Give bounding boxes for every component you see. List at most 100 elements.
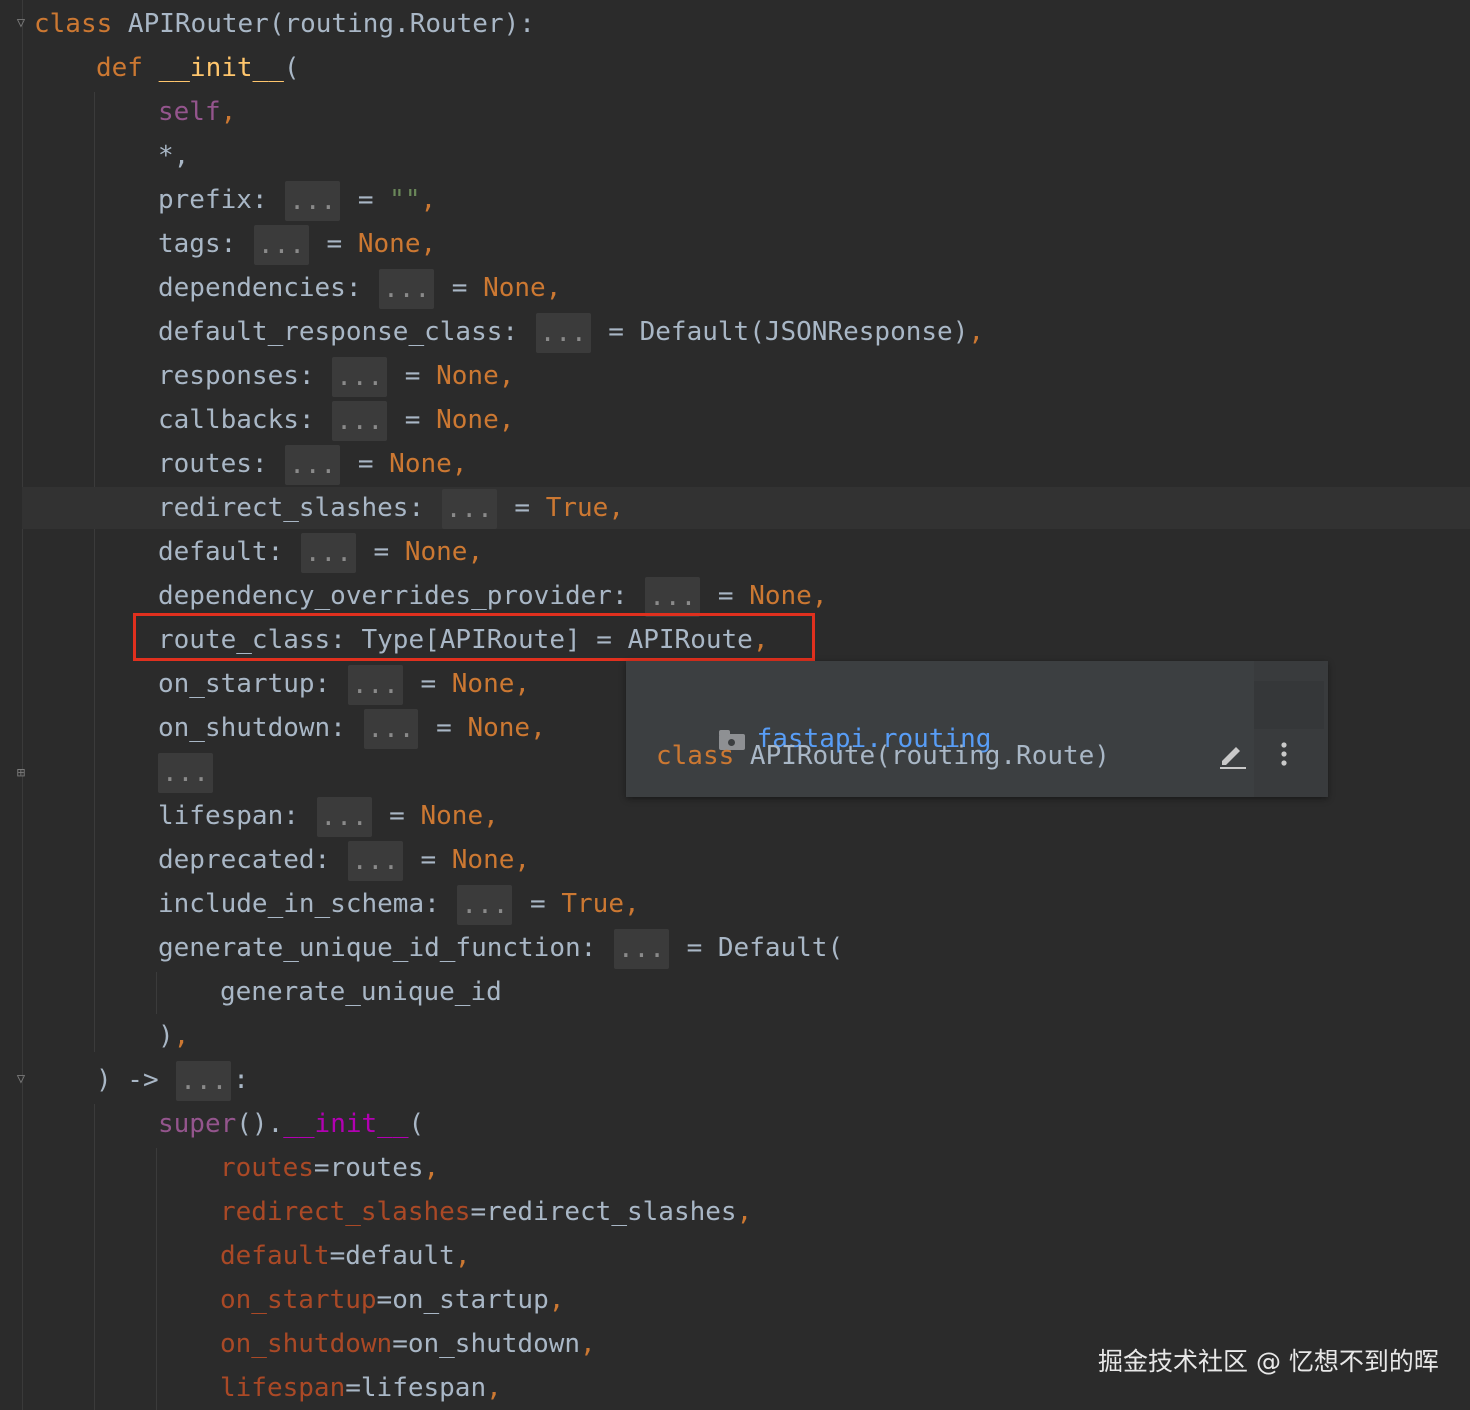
keyword-class: class bbox=[656, 741, 735, 771]
kwarg-value: on_shutdown bbox=[407, 1329, 581, 1359]
assign: = bbox=[376, 1285, 393, 1315]
type-hint-placeholder[interactable]: ... bbox=[285, 180, 341, 221]
code-line-prefix: prefix: ... = "", bbox=[158, 178, 436, 222]
kwarg-name: routes bbox=[220, 1153, 314, 1183]
code-line-kwarg-on-startup: on_startup=on_startup, bbox=[220, 1278, 564, 1322]
function-name-init: __init__ bbox=[158, 53, 284, 83]
comma: , bbox=[173, 1021, 190, 1051]
type-hint-placeholder[interactable]: ... bbox=[379, 268, 435, 309]
code-line-tags: tags: ... = None, bbox=[158, 222, 436, 266]
open-paren: ( bbox=[408, 1109, 425, 1139]
equals: = bbox=[357, 537, 405, 567]
param-generate-unique-id-function: generate_unique_id_function: bbox=[158, 933, 612, 963]
code-line-default-response-class: default_response_class: ... = Default(JS… bbox=[158, 310, 984, 354]
param-prefix: prefix: bbox=[158, 185, 284, 215]
type-hint-placeholder[interactable]: ... bbox=[347, 840, 403, 881]
type-hint-placeholder[interactable]: ... bbox=[363, 708, 419, 749]
comma: , bbox=[514, 845, 531, 875]
popup-toolbar-top bbox=[1254, 681, 1324, 729]
type-hint-placeholder[interactable]: ... bbox=[332, 356, 388, 397]
equals: = bbox=[404, 845, 452, 875]
code-line-self: self, bbox=[158, 90, 236, 134]
more-vertical-icon[interactable] bbox=[1274, 739, 1294, 771]
annotation-highlight-box bbox=[133, 613, 815, 661]
equals: = bbox=[702, 581, 750, 611]
type-hint-placeholder[interactable]: ... bbox=[441, 488, 497, 529]
param-lifespan: lifespan: bbox=[158, 801, 315, 831]
comma: , bbox=[514, 669, 531, 699]
type-hint-placeholder[interactable]: ... bbox=[457, 884, 513, 925]
open-paren: ( bbox=[283, 53, 300, 83]
kwarg-value: routes bbox=[329, 1153, 424, 1183]
type-hint-placeholder[interactable]: ... bbox=[645, 576, 701, 617]
param-redirect-slashes: redirect_slashes: bbox=[158, 493, 440, 523]
code-line-generate-unique-id-function: generate_unique_id_function: ... = Defau… bbox=[158, 926, 843, 970]
indent-guide bbox=[94, 92, 95, 1052]
comma: , bbox=[811, 581, 828, 611]
kwarg-name: on_shutdown bbox=[220, 1329, 393, 1359]
comma: , bbox=[451, 449, 468, 479]
code-line-lifespan: lifespan: ... = None, bbox=[158, 794, 499, 838]
param-callbacks: callbacks: bbox=[158, 405, 331, 435]
type-hint-placeholder[interactable]: ... bbox=[613, 928, 669, 969]
code-line-on-startup: on_startup: ... = None, bbox=[158, 662, 530, 706]
code-line-on-shutdown: on_shutdown: ... = None, bbox=[158, 706, 546, 750]
kwarg-name: lifespan bbox=[220, 1373, 346, 1403]
code-line-dependency-overrides-provider: dependency_overrides_provider: ... = Non… bbox=[158, 574, 827, 618]
type-hint-placeholder[interactable]: ... bbox=[285, 444, 341, 485]
fold-collapsed-icon[interactable]: ⊞ bbox=[12, 764, 30, 782]
equals: = bbox=[498, 493, 546, 523]
keyword-def: def bbox=[96, 53, 143, 83]
type-hint-placeholder[interactable]: ... bbox=[176, 1060, 232, 1101]
default-call-arg: generate_unique_id bbox=[220, 977, 502, 1007]
code-line-close-default: ), bbox=[158, 1014, 189, 1058]
code-line-callbacks: callbacks: ... = None, bbox=[158, 398, 514, 442]
type-hint-placeholder[interactable]: ... bbox=[300, 532, 356, 573]
type-hint-placeholder[interactable]: ... bbox=[332, 400, 388, 441]
type-hint-placeholder[interactable]: ... bbox=[535, 312, 591, 353]
assign: = bbox=[329, 1241, 346, 1271]
default-value: None bbox=[451, 845, 515, 875]
builtin-super: super bbox=[158, 1109, 237, 1139]
watermark: 掘金技术社区 @ 忆想不到的晖 bbox=[1098, 1347, 1439, 1376]
collapsed-region-placeholder[interactable]: ... bbox=[158, 752, 213, 793]
comma: , bbox=[498, 361, 515, 391]
default-value: None bbox=[389, 449, 452, 479]
code-line-class-def: class APIRouter(routing.Router): bbox=[34, 2, 535, 46]
param-routes: routes: bbox=[158, 449, 284, 479]
assign: = bbox=[345, 1373, 361, 1403]
indent-guide bbox=[156, 1148, 157, 1410]
kwarg-name: on_startup bbox=[220, 1285, 377, 1315]
colon: : bbox=[233, 1065, 249, 1095]
indent-guide bbox=[156, 972, 157, 1014]
edit-icon[interactable] bbox=[1216, 739, 1248, 771]
type-hint-placeholder[interactable]: ... bbox=[253, 224, 309, 265]
equals: = bbox=[592, 317, 640, 347]
fold-open-icon[interactable]: ▽ bbox=[12, 1070, 30, 1088]
code-line-responses: responses: ... = None, bbox=[158, 354, 514, 398]
param-on-shutdown: on_shutdown: bbox=[158, 713, 362, 743]
equals: = bbox=[310, 229, 358, 259]
comma: , bbox=[548, 1285, 565, 1315]
type-hint-placeholder[interactable]: ... bbox=[316, 796, 372, 837]
fold-open-icon[interactable]: ▽ bbox=[12, 14, 30, 32]
default-value: None bbox=[749, 581, 812, 611]
default-value: None bbox=[436, 361, 499, 391]
kwarg-value: on_startup bbox=[392, 1285, 549, 1315]
type-hint-placeholder[interactable]: ... bbox=[347, 664, 403, 705]
comma: , bbox=[580, 1329, 596, 1359]
super-call: (). bbox=[236, 1109, 284, 1139]
comma: , bbox=[486, 1373, 502, 1403]
param-on-startup: on_startup: bbox=[158, 669, 346, 699]
equals: = bbox=[514, 889, 562, 919]
comma: , bbox=[608, 493, 624, 523]
code-line-routes: routes: ... = None, bbox=[158, 442, 467, 486]
comma: , bbox=[736, 1197, 753, 1227]
class-signature[interactable]: APIRoute(routing.Route) bbox=[734, 741, 1110, 771]
code-line-kwarg-default: default=default, bbox=[220, 1234, 470, 1278]
equals: = bbox=[404, 669, 452, 699]
equals: = bbox=[389, 361, 437, 391]
equals: = bbox=[420, 713, 468, 743]
default-value: None bbox=[467, 713, 531, 743]
default-value: None bbox=[483, 273, 546, 303]
